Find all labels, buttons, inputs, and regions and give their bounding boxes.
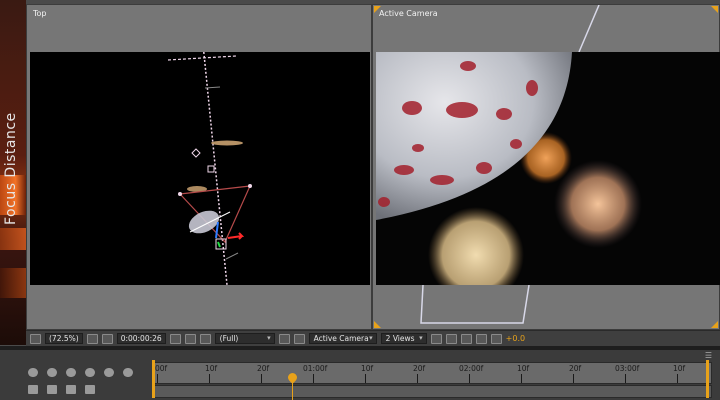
view-layout-select[interactable]: 2 Views: [380, 333, 427, 344]
viewer-toolbar: (72.5%) 0:00:00:26 (Full) Active Camera …: [26, 330, 720, 346]
axis-y: [217, 241, 221, 248]
ruler-label: 01:00f: [303, 364, 328, 373]
always-preview-icon[interactable]: [30, 333, 41, 344]
active-camera-canvas[interactable]: [376, 52, 720, 285]
mask-visibility-icon[interactable]: [101, 333, 113, 344]
top-view-canvas[interactable]: [30, 52, 370, 285]
lens-flare-graphic: [0, 268, 26, 298]
timeline-icon[interactable]: [460, 333, 472, 344]
reset-exposure-icon[interactable]: [490, 333, 502, 344]
pixel-aspect-icon[interactable]: [430, 333, 442, 344]
axis-x: [227, 232, 245, 240]
show-snapshot-icon[interactable]: [184, 333, 196, 344]
magnification-select[interactable]: (72.5%): [45, 333, 83, 344]
color-channel-icon[interactable]: [199, 333, 211, 344]
transparency-grid-icon[interactable]: [293, 333, 305, 344]
poi-marker: [191, 148, 201, 158]
camera-body: [215, 238, 227, 250]
graph-editor-icon[interactable]: [123, 368, 133, 377]
ruler-label: 10f: [673, 364, 686, 373]
solo-icon[interactable]: [66, 385, 76, 394]
region-corner-marker: [711, 321, 718, 328]
ruler-label: 10f: [361, 364, 374, 373]
comp-flowchart-icon[interactable]: [475, 333, 487, 344]
time-ruler[interactable]: 00f 10f 20f 01:00f 10f 20f 02:00f 10f 20…: [152, 362, 712, 384]
live-update-icon[interactable]: [28, 368, 38, 377]
viewer-label: Top: [33, 9, 47, 18]
region-of-interest-icon[interactable]: [278, 333, 290, 344]
composition-viewer-top[interactable]: Top: [26, 4, 372, 330]
ruler-label: 00f: [155, 364, 168, 373]
frame-blend-icon[interactable]: [85, 368, 95, 377]
current-time-field[interactable]: 0:00:00:26: [116, 333, 166, 344]
ruler-label: 20f: [413, 364, 426, 373]
ruler-label: 20f: [257, 364, 270, 373]
audio-icon[interactable]: [47, 385, 57, 394]
bokeh-light: [554, 160, 642, 248]
exposure-value[interactable]: +0.0: [506, 334, 525, 343]
lock-icon[interactable]: [85, 385, 95, 394]
scene-wireframe: [167, 52, 252, 285]
path-keyframe-handle: [207, 165, 215, 173]
layer-outline: [167, 55, 237, 61]
snapshot-camera-icon[interactable]: [169, 333, 181, 344]
layer-disc: [211, 140, 243, 146]
ruler-label: 03:00f: [615, 364, 640, 373]
side-title: Focus Distance: [3, 112, 19, 225]
fast-previews-icon[interactable]: [445, 333, 457, 344]
rendered-scene: [376, 52, 720, 285]
region-corner-marker: [711, 6, 718, 13]
layer-track[interactable]: [152, 385, 712, 398]
draft-3d-icon[interactable]: [47, 368, 57, 377]
work-area-end-handle[interactable]: [706, 360, 709, 398]
current-time-line: [292, 380, 293, 400]
lens-flare-graphic: [0, 228, 26, 250]
3d-view-select[interactable]: Active Camera: [308, 333, 377, 344]
ruler-label: 10f: [517, 364, 530, 373]
work-area-start-handle[interactable]: [152, 360, 155, 398]
motion-blur-icon[interactable]: [104, 368, 114, 377]
region-corner-marker: [374, 321, 381, 328]
panel-menu-icon[interactable]: ☰: [705, 351, 712, 360]
eye-icon[interactable]: [28, 385, 38, 394]
safe-margins-icon[interactable]: [86, 333, 98, 344]
composition-viewer-active-camera[interactable]: Active Camera: [372, 4, 720, 330]
layer-switches: [26, 364, 152, 400]
ruler-label: 10f: [205, 364, 218, 373]
ruler-label: 02:00f: [459, 364, 484, 373]
side-title-strip: Focus Distance: [0, 0, 26, 345]
ruler-label: 20f: [569, 364, 582, 373]
shy-icon[interactable]: [66, 368, 76, 377]
resolution-select[interactable]: (Full): [214, 333, 275, 344]
viewer-label: Active Camera: [379, 9, 438, 18]
timeline-panel: ☰ 00f 10f 20f 01:00f 10f 20f 02:00f 10f …: [0, 350, 720, 400]
